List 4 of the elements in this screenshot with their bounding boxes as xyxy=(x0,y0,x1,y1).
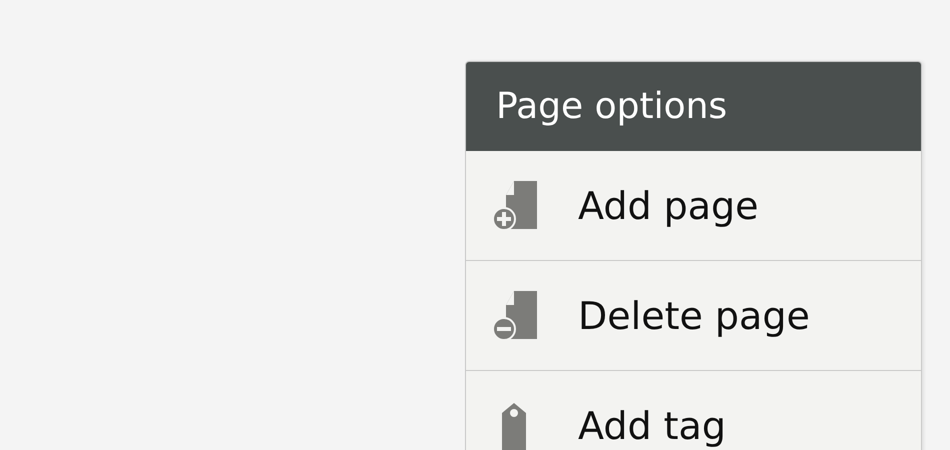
menu-item[interactable]: Add tag xyxy=(466,371,921,450)
menu-item[interactable]: Add page xyxy=(466,151,921,261)
menu-title: Page options xyxy=(466,62,921,151)
menu-item[interactable]: Delete page xyxy=(466,261,921,371)
